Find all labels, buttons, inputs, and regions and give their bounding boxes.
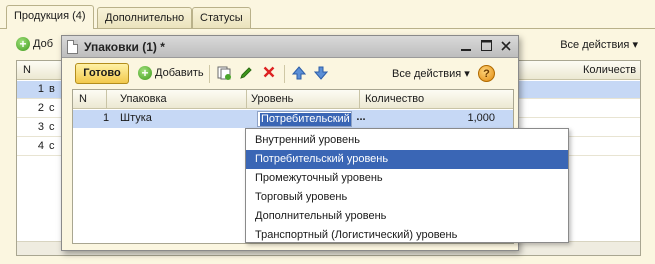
move-down-icon[interactable]	[313, 66, 329, 82]
column-header-quantity[interactable]: Количеств	[583, 64, 636, 76]
dialog-toolbar: Готово + Добавить Все действия ▾ ?	[72, 62, 514, 86]
copy-icon[interactable]	[216, 66, 232, 82]
tab-statuses[interactable]: Статусы	[192, 7, 251, 28]
add-button[interactable]: + Добавить	[138, 66, 204, 80]
row-num: 3	[37, 121, 44, 133]
row-num: 2	[37, 102, 44, 114]
close-icon[interactable]	[498, 39, 514, 55]
plus-icon: +	[16, 37, 30, 51]
column-separator	[359, 90, 360, 109]
row-text: с	[49, 121, 55, 133]
row-package[interactable]: Штука	[120, 112, 152, 124]
dropdown-item[interactable]: Внутренний уровень	[246, 131, 568, 150]
dropdown-item[interactable]: Торговый уровень	[246, 188, 568, 207]
row-quantity[interactable]: 1,000	[467, 112, 495, 124]
done-button[interactable]: Готово	[75, 63, 129, 84]
toolbar-separator	[284, 65, 285, 83]
add-label: Добавить	[155, 67, 204, 79]
dropdown-item-selected[interactable]: Потребительский уровень	[246, 150, 568, 169]
column-header-package[interactable]: Упаковка	[120, 93, 167, 105]
packages-table-header: N Упаковка Уровень Количество	[73, 90, 513, 109]
level-input-value: Потребительский	[260, 113, 351, 126]
dropdown-arrow-icon: ▾	[464, 68, 470, 80]
main-add-label: Доб	[33, 38, 53, 50]
dialog-title: Упаковки (1) *	[84, 40, 165, 54]
dialog-title-bar[interactable]: Упаковки (1) *	[62, 36, 518, 58]
main-add-button[interactable]: + Доб	[16, 37, 53, 51]
level-input[interactable]: Потребительский	[257, 111, 352, 127]
edit-pencil-icon[interactable]	[238, 66, 254, 82]
maximize-icon[interactable]	[478, 39, 494, 55]
minimize-icon[interactable]	[458, 39, 474, 55]
dialog-all-actions-menu[interactable]: Все действия ▾	[392, 67, 470, 80]
column-header-num[interactable]: N	[79, 93, 87, 105]
row-num: 1	[103, 112, 110, 124]
dropdown-item[interactable]: Дополнительный уровень	[246, 207, 568, 226]
row-num: 4	[37, 140, 44, 152]
main-all-actions-label: Все действия	[560, 39, 630, 51]
column-header-level[interactable]: Уровень	[251, 93, 293, 105]
dropdown-arrow-icon: ▾	[632, 39, 638, 51]
tab-divider	[0, 28, 655, 29]
tab-additional[interactable]: Дополнительно	[97, 7, 193, 28]
column-header-quantity[interactable]: Количество	[365, 93, 424, 105]
row-text: с	[49, 102, 55, 114]
toolbar-separator	[209, 65, 210, 83]
dropdown-item[interactable]: Транспортный (Логистический) уровень	[246, 226, 568, 245]
level-select-button[interactable]: ...	[353, 111, 369, 127]
column-header-num[interactable]: N	[23, 64, 31, 76]
row-num: 1	[37, 83, 44, 95]
main-all-actions-menu[interactable]: Все действия ▾	[560, 38, 638, 51]
column-separator	[106, 90, 107, 109]
row-text: в	[49, 83, 55, 95]
level-dropdown-list: Внутренний уровень Потребительский урове…	[245, 128, 569, 243]
document-icon	[67, 40, 78, 54]
tab-products[interactable]: Продукция (4)	[6, 5, 94, 29]
row-text: с	[49, 140, 55, 152]
delete-icon[interactable]	[261, 66, 277, 82]
move-up-icon[interactable]	[291, 66, 307, 82]
dialog-all-actions-label: Все действия	[392, 68, 462, 80]
plus-icon: +	[138, 66, 152, 80]
dropdown-item[interactable]: Промежуточный уровень	[246, 169, 568, 188]
help-icon[interactable]: ?	[478, 65, 495, 82]
column-separator	[246, 90, 247, 109]
